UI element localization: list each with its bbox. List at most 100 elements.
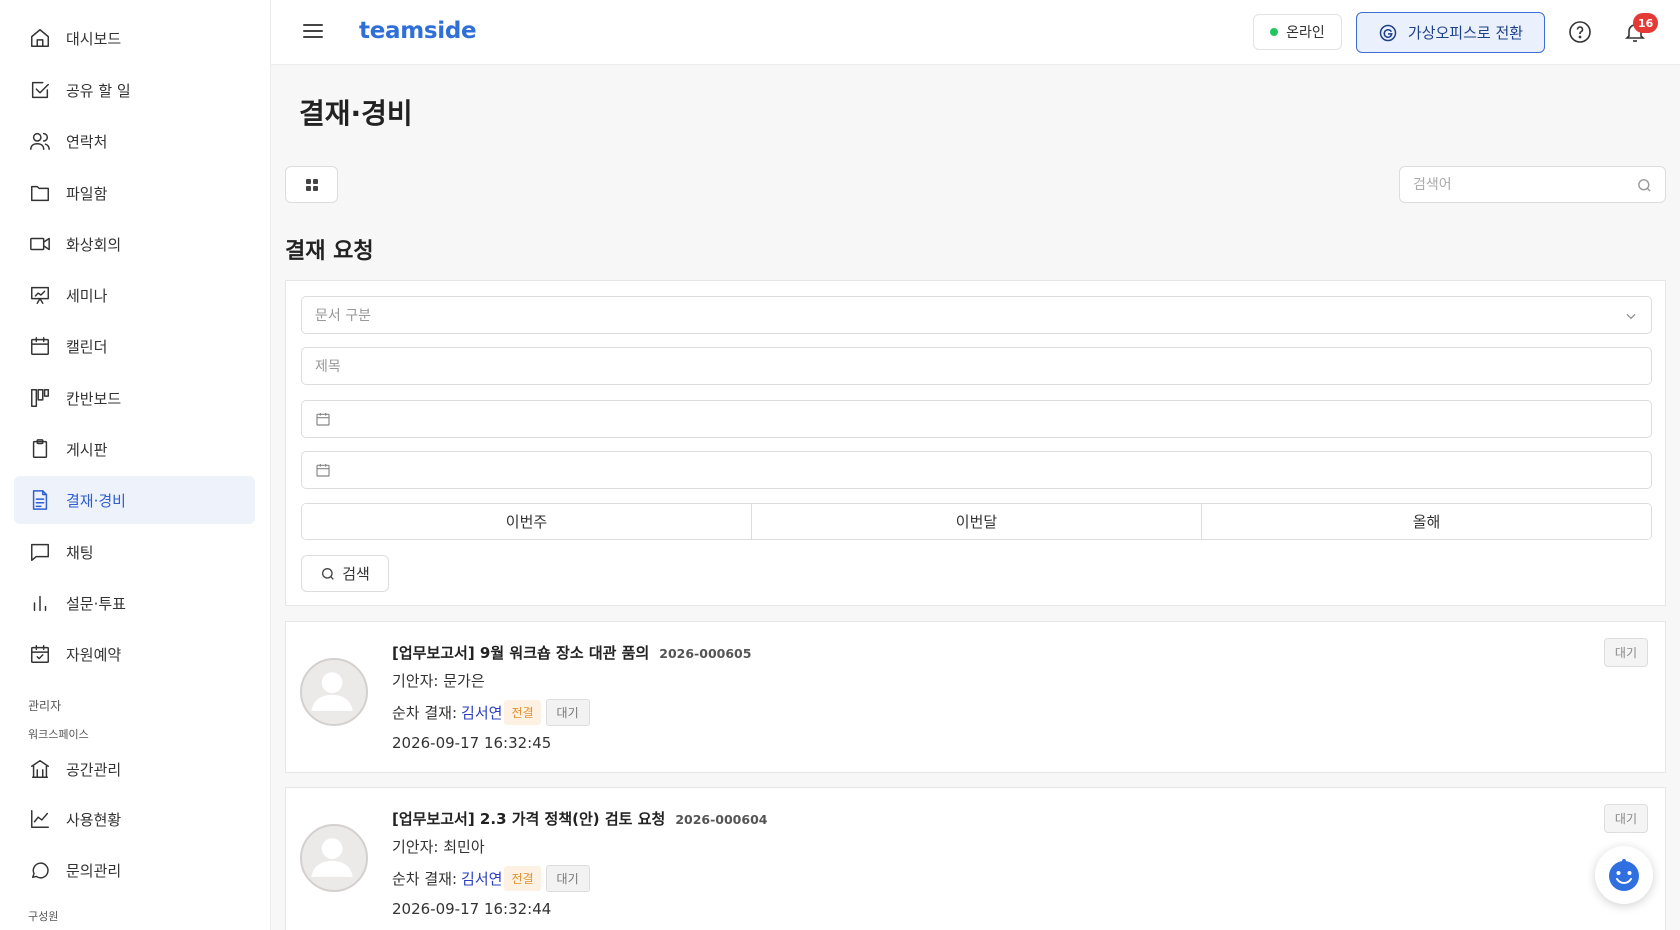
- sidebar-item-label: 파일함: [66, 184, 108, 203]
- avatar: [300, 658, 368, 726]
- sidebar-item-label: 게시판: [66, 440, 108, 459]
- users-icon: [28, 129, 52, 153]
- help-icon[interactable]: [1568, 20, 1592, 44]
- sidebar-item-label: 대시보드: [66, 29, 122, 48]
- line-chart-icon: [28, 807, 52, 831]
- sidebar-item-shared-todo[interactable]: 공유 할 일: [14, 66, 255, 114]
- chatbot-button[interactable]: [1595, 846, 1653, 904]
- clipboard-icon: [28, 437, 52, 461]
- approver-name[interactable]: 김서연: [461, 702, 502, 723]
- search-button[interactable]: 검색: [301, 555, 389, 592]
- this-month-button[interactable]: 이번달: [752, 504, 1202, 539]
- start-date-input[interactable]: [301, 400, 1652, 438]
- sidebar-item-survey[interactable]: 설문·투표: [14, 579, 255, 627]
- search-input[interactable]: [1400, 167, 1620, 202]
- sidebar-item-label: 세미나: [66, 286, 108, 305]
- sidebar-item-files[interactable]: 파일함: [14, 169, 255, 217]
- document-title-text: [업무보고서] 2.3 가격 정책(안) 검토 요청: [392, 810, 666, 828]
- document-title-text: [업무보고서] 9월 워크숍 장소 대관 품의: [392, 644, 650, 662]
- delegation-tag: 전결: [504, 700, 541, 725]
- document-date: 2026-09-17 16:32:45: [392, 734, 552, 752]
- document-title: [업무보고서] 2.3 가격 정책(안) 검토 요청 2026-000604: [392, 808, 767, 829]
- calendar-icon: [316, 413, 330, 426]
- workspace-section-label: 워크스페이스: [28, 728, 89, 741]
- document-number: 2026-000604: [675, 812, 768, 827]
- sidebar-item-inquiry[interactable]: 문의관리: [14, 846, 255, 894]
- grid-view-button[interactable]: [285, 166, 338, 203]
- sidebar-item-label: 연락처: [66, 132, 108, 151]
- sidebar: 대시보드 공유 할 일 연락처 파일함 화상회의 세미나 캘린더 칸반보드 게시…: [0, 0, 271, 930]
- sidebar-item-board[interactable]: 게시판: [14, 425, 255, 473]
- sidebar-item-space-admin[interactable]: 공간관리: [14, 745, 255, 793]
- date-range-group: 이번주 이번달 올해: [301, 503, 1652, 540]
- this-year-button[interactable]: 올해: [1202, 504, 1651, 539]
- g-logo-icon: [1379, 24, 1397, 41]
- sidebar-item-label: 자원예약: [66, 645, 122, 664]
- sidebar-item-resource[interactable]: 자원예약: [14, 630, 255, 678]
- sidebar-item-contacts[interactable]: 연락처: [14, 117, 255, 165]
- title-input[interactable]: 제목: [301, 347, 1652, 385]
- building-icon: [28, 757, 52, 781]
- status-badge: 대기: [1603, 804, 1648, 833]
- virtual-office-label: 가상오피스로 전환: [1407, 24, 1524, 42]
- sidebar-item-label: 캘린더: [66, 337, 108, 356]
- presentation-icon: [28, 283, 52, 307]
- sidebar-item-label: 공유 할 일: [66, 81, 131, 100]
- delegation-tag: 전결: [504, 866, 541, 891]
- seq-label: 순차 결재:: [392, 870, 458, 888]
- sidebar-item-label: 문의관리: [66, 861, 122, 880]
- section-title: 결재 요청: [285, 239, 374, 264]
- status-badge: 대기: [1603, 638, 1648, 667]
- grid-icon: [305, 178, 318, 191]
- document-item[interactable]: [업무보고서] 2.3 가격 정책(안) 검토 요청 2026-000604 기안…: [285, 787, 1666, 930]
- sidebar-item-usage[interactable]: 사용현황: [14, 795, 255, 843]
- wait-tag: 대기: [545, 865, 590, 892]
- folder-icon: [28, 181, 52, 205]
- member-section-label: 구성원: [28, 910, 59, 923]
- online-status-button[interactable]: 온라인: [1253, 14, 1342, 50]
- document-item[interactable]: [업무보고서] 9월 워크숍 장소 대관 품의 2026-000605 기안자: …: [285, 621, 1666, 773]
- message-circle-icon: [28, 858, 52, 882]
- sidebar-item-calendar[interactable]: 캘린더: [14, 322, 255, 370]
- seq-label: 순차 결재:: [392, 704, 458, 722]
- this-week-button[interactable]: 이번주: [302, 504, 752, 539]
- document-number: 2026-000605: [659, 646, 752, 661]
- approver-name[interactable]: 김서연: [461, 868, 502, 889]
- online-dot-icon: [1270, 28, 1279, 36]
- topbar: teamside 온라인 가상오피스로 전환 16: [271, 0, 1680, 65]
- status-label: 온라인: [1286, 25, 1325, 41]
- document-approval-line: 순차 결재: 김서연 전결 대기: [392, 865, 590, 892]
- menu-icon[interactable]: [303, 22, 325, 40]
- end-date-input[interactable]: [301, 451, 1652, 489]
- video-icon: [28, 232, 52, 256]
- sidebar-item-video-meeting[interactable]: 화상회의: [14, 220, 255, 268]
- document-date: 2026-09-17 16:32:44: [392, 900, 552, 918]
- document-icon: [28, 488, 52, 512]
- brand-logo[interactable]: teamside: [359, 18, 477, 44]
- document-title: [업무보고서] 9월 워크숍 장소 대관 품의 2026-000605: [392, 642, 751, 663]
- robot-icon: [1609, 859, 1639, 891]
- title-placeholder: 제목: [315, 359, 341, 375]
- admin-section-label: 관리자: [28, 699, 62, 713]
- sidebar-item-kanban[interactable]: 칸반보드: [14, 374, 255, 422]
- search-icon[interactable]: [1636, 177, 1653, 194]
- document-drafter: 기안자: 최민아: [392, 838, 485, 856]
- sidebar-item-approval[interactable]: 결재·경비: [14, 476, 255, 524]
- calendar-icon: [28, 334, 52, 358]
- sidebar-item-seminar[interactable]: 세미나: [14, 271, 255, 319]
- wait-tag: 대기: [545, 699, 590, 726]
- document-drafter: 기안자: 문가은: [392, 672, 485, 690]
- sidebar-item-label: 설문·투표: [66, 594, 126, 613]
- calendar-check-icon: [28, 642, 52, 666]
- calendar-icon: [316, 464, 330, 477]
- virtual-office-button[interactable]: 가상오피스로 전환: [1356, 12, 1545, 53]
- doc-type-select[interactable]: 문서 구분: [301, 296, 1652, 334]
- sidebar-item-label: 칸반보드: [66, 389, 122, 408]
- sidebar-item-label: 공간관리: [66, 760, 122, 779]
- sidebar-item-dashboard[interactable]: 대시보드: [14, 14, 255, 62]
- document-approval-line: 순차 결재: 김서연 전결 대기: [392, 699, 590, 726]
- page-title: 결재·경비: [299, 97, 413, 130]
- chevron-down-icon: [1626, 313, 1636, 320]
- search-icon: [322, 567, 334, 580]
- sidebar-item-chat[interactable]: 채팅: [14, 528, 255, 576]
